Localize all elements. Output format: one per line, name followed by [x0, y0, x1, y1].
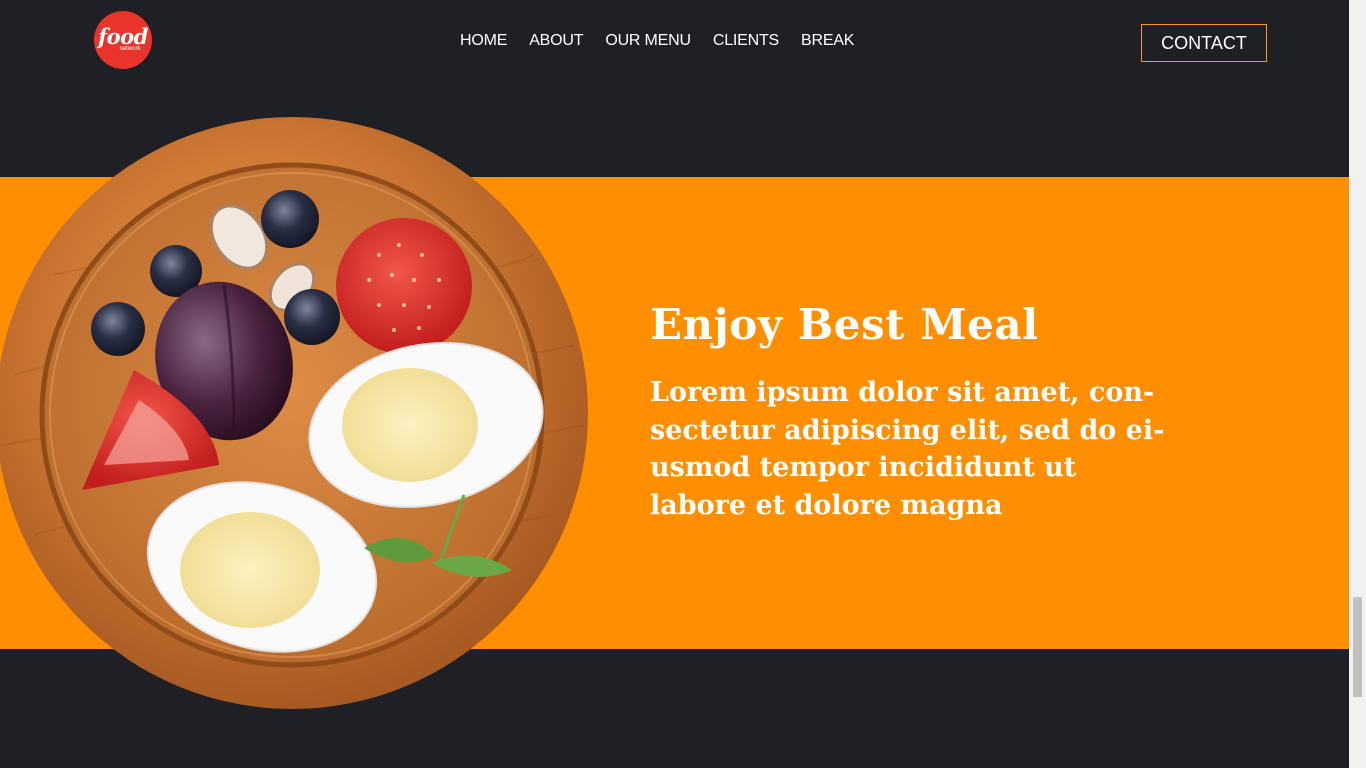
nav-item-about[interactable]: ABOUT [518, 31, 594, 51]
hero-title: Enjoy Best Meal [650, 300, 1039, 349]
page-scrollbar[interactable] [1349, 0, 1366, 768]
food-network-logo[interactable]: food network [94, 11, 152, 69]
main-nav: HOME ABOUT OUR MENU CLIENTS BREAK [449, 31, 865, 51]
nav-item-home[interactable]: HOME [449, 31, 518, 51]
nav-item-our-menu[interactable]: OUR MENU [594, 31, 702, 51]
scrollbar-thumb[interactable] [1353, 597, 1362, 697]
nav-item-clients[interactable]: CLIENTS [702, 31, 790, 51]
nav-item-break[interactable]: BREAK [790, 31, 865, 51]
hero-description: Lorem ipsum dolor sit amet, con-sectetur… [650, 377, 1165, 521]
logo-wordmark: food [98, 23, 148, 49]
contact-button[interactable]: CONTACT [1141, 24, 1267, 62]
food-plate-image [0, 115, 590, 711]
logo-subtext: network [119, 45, 141, 52]
site-header: food network HOME ABOUT OUR MENU CLIENTS… [0, 0, 1349, 84]
